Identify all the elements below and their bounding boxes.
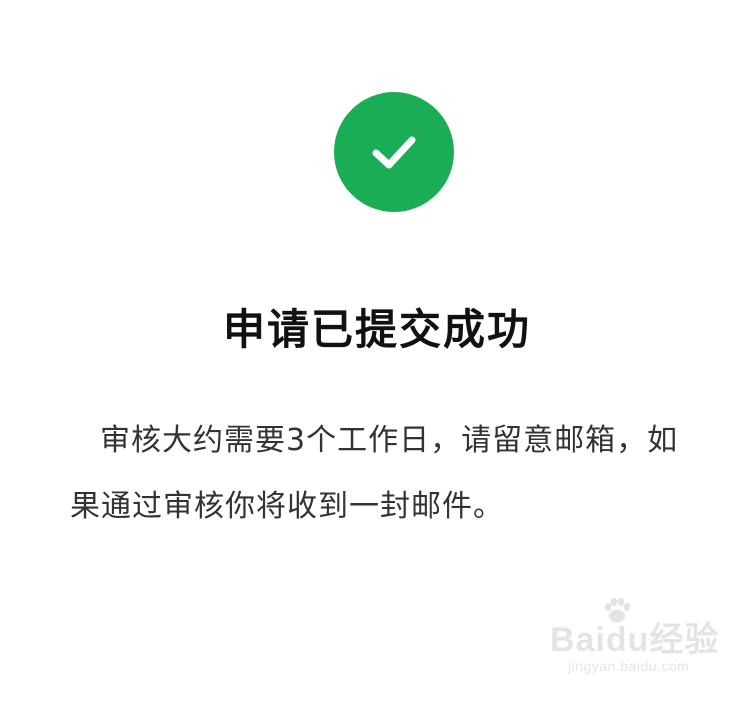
check-icon (372, 136, 416, 169)
watermark-logo-text: Baidu经验 (550, 621, 720, 659)
baidu-watermark: Baidu经验 jingyan.baidu.com (550, 597, 720, 686)
success-icon-container (334, 92, 454, 212)
success-title: 申请已提交成功 (222, 305, 531, 354)
success-description: 审核大约需要3个工作日，请留意邮箱，如果通过审核你将收到一封邮件。 (70, 423, 679, 524)
watermark-url: jingyan.baidu.com (568, 658, 690, 674)
